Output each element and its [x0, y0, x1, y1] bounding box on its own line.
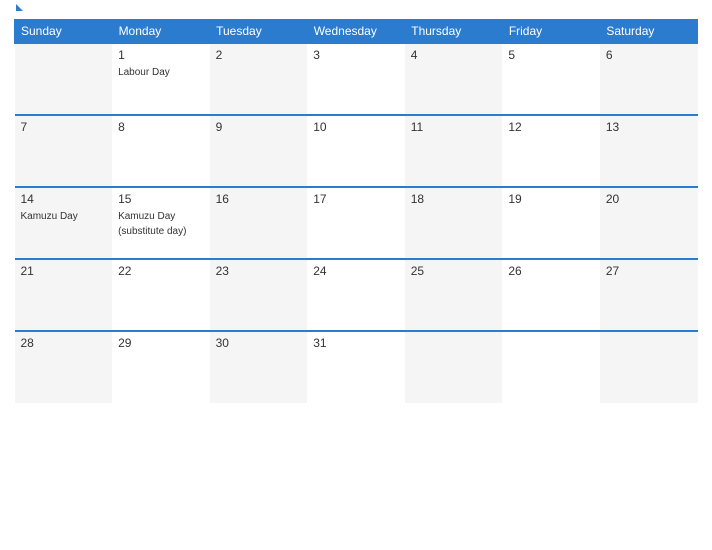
day-number: 6	[606, 48, 692, 62]
calendar-cell: 25	[405, 259, 503, 331]
calendar-cell: 11	[405, 115, 503, 187]
day-number: 14	[21, 192, 107, 206]
logo-triangle-icon	[16, 4, 23, 11]
calendar-cell: 22	[112, 259, 210, 331]
calendar-cell	[15, 43, 113, 115]
day-number: 19	[508, 192, 594, 206]
day-number: 27	[606, 264, 692, 278]
calendar-page: SundayMondayTuesdayWednesdayThursdayFrid…	[0, 0, 712, 550]
calendar-cell: 27	[600, 259, 698, 331]
calendar-cell: 6	[600, 43, 698, 115]
day-number: 10	[313, 120, 399, 134]
day-number: 7	[21, 120, 107, 134]
calendar-cell: 21	[15, 259, 113, 331]
calendar-cell: 15 Kamuzu Day (substitute day)	[112, 187, 210, 259]
event-label: Labour Day	[118, 67, 170, 78]
weekday-row: SundayMondayTuesdayWednesdayThursdayFrid…	[15, 20, 698, 44]
calendar-cell: 8	[112, 115, 210, 187]
calendar-cell	[502, 331, 600, 403]
week-row-2: 789 10 11 12 13	[15, 115, 698, 187]
calendar-cell: 31	[307, 331, 405, 403]
calendar-cell: 28	[15, 331, 113, 403]
calendar-cell: 12	[502, 115, 600, 187]
day-number: 25	[411, 264, 497, 278]
calendar-cell: 26	[502, 259, 600, 331]
day-number: 24	[313, 264, 399, 278]
week-row-3: 14 Kamuzu Day 15 Kamuzu Day (substitute day)…	[15, 187, 698, 259]
calendar-cell: 9	[210, 115, 308, 187]
day-number: 22	[118, 264, 204, 278]
calendar-header: SundayMondayTuesdayWednesdayThursdayFrid…	[15, 20, 698, 44]
day-number: 21	[21, 264, 107, 278]
week-row-1: 1 Labour Day 23456	[15, 43, 698, 115]
calendar-cell: 23	[210, 259, 308, 331]
week-row-5: 28 29 30 31	[15, 331, 698, 403]
day-number: 31	[313, 336, 399, 350]
day-number: 20	[606, 192, 692, 206]
weekday-header-tuesday: Tuesday	[210, 20, 308, 44]
day-number: 1	[118, 48, 204, 62]
calendar-cell: 16	[210, 187, 308, 259]
calendar-cell	[405, 331, 503, 403]
day-number: 23	[216, 264, 302, 278]
day-number: 16	[216, 192, 302, 206]
calendar-cell: 17	[307, 187, 405, 259]
day-number: 3	[313, 48, 399, 62]
day-number: 13	[606, 120, 692, 134]
day-number: 26	[508, 264, 594, 278]
calendar-cell: 4	[405, 43, 503, 115]
calendar-cell: 2	[210, 43, 308, 115]
calendar-cell: 7	[15, 115, 113, 187]
event-label: (substitute day)	[118, 226, 186, 237]
day-number: 28	[21, 336, 107, 350]
week-row-4: 21 22 23 24 25 26 27	[15, 259, 698, 331]
day-number: 17	[313, 192, 399, 206]
logo	[14, 10, 23, 11]
weekday-header-saturday: Saturday	[600, 20, 698, 44]
calendar-table: SundayMondayTuesdayWednesdayThursdayFrid…	[14, 19, 698, 403]
day-number: 5	[508, 48, 594, 62]
weekday-header-friday: Friday	[502, 20, 600, 44]
calendar-cell: 5	[502, 43, 600, 115]
day-number: 12	[508, 120, 594, 134]
day-number: 30	[216, 336, 302, 350]
calendar-cell: 19	[502, 187, 600, 259]
calendar-body: 1Labour Day234567891011121314Kamuzu Day1…	[15, 43, 698, 403]
calendar-cell: 24	[307, 259, 405, 331]
weekday-header-sunday: Sunday	[15, 20, 113, 44]
weekday-header-wednesday: Wednesday	[307, 20, 405, 44]
calendar-cell: 20	[600, 187, 698, 259]
event-label: Kamuzu Day	[118, 211, 175, 222]
day-number: 8	[118, 120, 204, 134]
calendar-cell: 1 Labour Day	[112, 43, 210, 115]
weekday-header-thursday: Thursday	[405, 20, 503, 44]
calendar-cell	[600, 331, 698, 403]
event-label: Kamuzu Day	[21, 211, 78, 222]
header	[14, 10, 698, 11]
calendar-cell: 29	[112, 331, 210, 403]
calendar-cell: 18	[405, 187, 503, 259]
day-number: 2	[216, 48, 302, 62]
calendar-cell: 30	[210, 331, 308, 403]
day-number: 4	[411, 48, 497, 62]
weekday-header-monday: Monday	[112, 20, 210, 44]
calendar-cell: 14 Kamuzu Day	[15, 187, 113, 259]
day-number: 15	[118, 192, 204, 206]
day-number: 18	[411, 192, 497, 206]
day-number: 11	[411, 120, 497, 134]
day-number: 9	[216, 120, 302, 134]
calendar-cell: 13	[600, 115, 698, 187]
calendar-cell: 3	[307, 43, 405, 115]
calendar-cell: 10	[307, 115, 405, 187]
day-number: 29	[118, 336, 204, 350]
